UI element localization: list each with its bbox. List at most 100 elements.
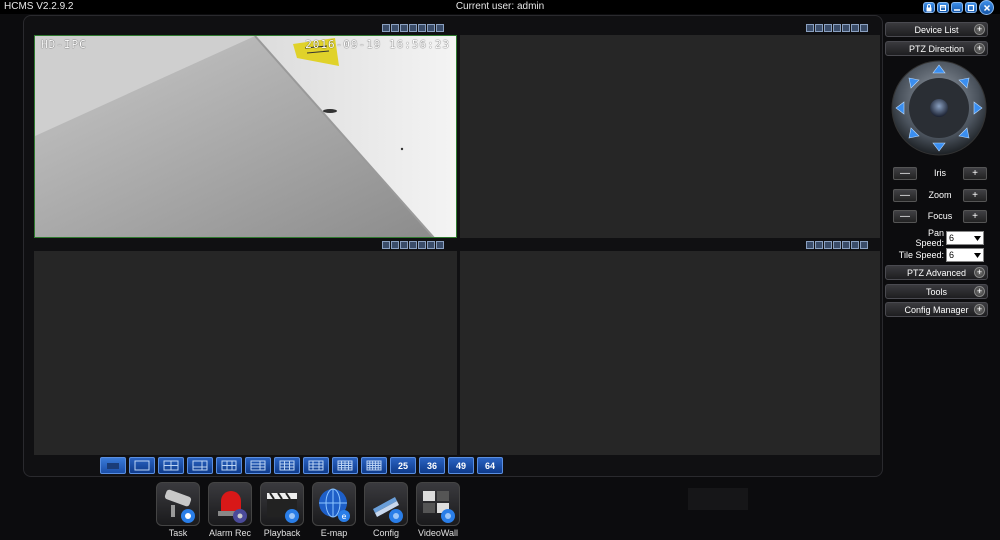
snapshot-icon[interactable] <box>382 24 390 32</box>
iris-minus-button[interactable]: — <box>893 166 917 180</box>
close-icon[interactable] <box>979 0 994 15</box>
layout-8-button[interactable] <box>216 457 242 474</box>
layout-single-button[interactable] <box>129 457 155 474</box>
zoom-plus-button[interactable]: + <box>962 188 987 202</box>
device-list-button[interactable]: Device List + <box>885 22 988 37</box>
record-icon[interactable] <box>391 241 399 249</box>
minimize-icon[interactable] <box>951 2 963 13</box>
dock-alarm-rec[interactable]: Alarm Rec <box>207 482 253 540</box>
record-icon[interactable] <box>815 241 823 249</box>
dock-emap-label: E-map <box>320 528 348 538</box>
tile-speed-row: Tile Speed: 6 <box>898 248 988 262</box>
talk-icon[interactable] <box>409 24 417 32</box>
layout-13-icon <box>308 460 324 471</box>
snapshot-icon[interactable] <box>382 241 390 249</box>
window-controls <box>923 0 994 15</box>
audio-icon[interactable] <box>400 24 408 32</box>
focus-minus-button[interactable]: — <box>893 209 917 223</box>
focus-plus-button[interactable]: + <box>962 209 987 223</box>
tools-button[interactable]: Tools + <box>885 284 988 299</box>
expand-plus-icon: + <box>974 286 985 297</box>
tile-speed-select[interactable]: 6 <box>946 248 984 262</box>
close-pane-icon[interactable] <box>860 24 868 32</box>
volume-icon[interactable] <box>418 24 426 32</box>
video-pane-1[interactable]: HD-IPC 2016-09-19 16:56:23 <box>34 35 457 238</box>
talk-icon[interactable] <box>833 241 841 249</box>
app-title: HCMS V2.2.9.2 <box>4 1 74 12</box>
layout-6-button[interactable] <box>187 457 213 474</box>
snapshot-icon[interactable] <box>806 24 814 32</box>
zoom-minus-button[interactable]: — <box>893 188 917 202</box>
restore-icon[interactable] <box>937 2 949 13</box>
config-manager-label: Config Manager <box>904 304 969 315</box>
pane-2-toolbar <box>806 24 868 32</box>
dock-videowall-label: VideoWall <box>417 528 459 538</box>
ptz-direction-wheel[interactable] <box>891 60 987 156</box>
camera-feed-image <box>35 36 456 237</box>
stream-icon[interactable] <box>851 24 859 32</box>
volume-icon[interactable] <box>418 241 426 249</box>
layout-4-button[interactable] <box>158 457 184 474</box>
stream-icon[interactable] <box>427 24 435 32</box>
status-strip <box>688 488 748 510</box>
close-pane-icon[interactable] <box>436 241 444 249</box>
expand-plus-icon: + <box>974 304 985 315</box>
ptz-advanced-button[interactable]: PTZ Advanced + <box>885 265 988 280</box>
layout-13-button[interactable] <box>303 457 329 474</box>
layout-10-button[interactable] <box>274 457 300 474</box>
layout-36-button[interactable]: 36 <box>419 457 445 474</box>
pane-1-toolbar <box>382 24 444 32</box>
svg-text:e: e <box>342 512 347 521</box>
layout-20-button[interactable] <box>361 457 387 474</box>
globe-icon: e <box>312 482 356 526</box>
layout-64-button[interactable]: 64 <box>477 457 503 474</box>
dock-task[interactable]: Task <box>155 482 201 540</box>
tools-label: Tools <box>925 286 947 297</box>
alarm-icon <box>208 482 252 526</box>
layout-9-button[interactable] <box>245 457 271 474</box>
audio-icon[interactable] <box>824 241 832 249</box>
snapshot-icon[interactable] <box>806 241 814 249</box>
dock-videowall[interactable]: VideoWall <box>415 482 461 540</box>
expand-plus-icon: + <box>974 43 985 54</box>
maximize-icon[interactable] <box>965 2 977 13</box>
layout-8-icon <box>221 460 237 471</box>
audio-icon[interactable] <box>400 241 408 249</box>
close-pane-icon[interactable] <box>860 241 868 249</box>
layout-16-icon <box>337 460 353 471</box>
layout-1-button[interactable] <box>100 457 126 474</box>
volume-icon[interactable] <box>842 241 850 249</box>
record-icon[interactable] <box>815 24 823 32</box>
pan-speed-select[interactable]: 6 <box>946 231 984 245</box>
right-panel: Device List + PTZ Direction + — Iris + —… <box>885 22 990 322</box>
dock-config-label: Config <box>372 528 399 538</box>
volume-icon[interactable] <box>842 24 850 32</box>
layout-49-button[interactable]: 49 <box>448 457 474 474</box>
ptz-direction-button[interactable]: PTZ Direction + <box>885 41 988 56</box>
stream-icon[interactable] <box>427 241 435 249</box>
iris-plus-button[interactable]: + <box>963 166 987 180</box>
expand-plus-icon: + <box>974 267 985 278</box>
talk-icon[interactable] <box>833 24 841 32</box>
layout-10-icon <box>279 460 295 471</box>
dock-emap[interactable]: e E-map <box>311 482 357 540</box>
dock-config[interactable]: Config <box>363 482 409 540</box>
video-pane-3[interactable] <box>34 251 457 455</box>
iris-label: Iris <box>934 168 946 178</box>
talk-icon[interactable] <box>409 241 417 249</box>
audio-icon[interactable] <box>824 24 832 32</box>
record-icon[interactable] <box>391 24 399 32</box>
layout-16-button[interactable] <box>332 457 358 474</box>
dock-playback[interactable]: Playback <box>259 482 305 540</box>
device-list-label: Device List <box>914 24 959 35</box>
pan-speed-value: 6 <box>949 233 955 243</box>
config-manager-button[interactable]: Config Manager + <box>885 302 988 317</box>
layout-25-button[interactable]: 25 <box>390 457 416 474</box>
lock-icon[interactable] <box>923 2 935 13</box>
close-pane-icon[interactable] <box>436 24 444 32</box>
video-pane-4[interactable] <box>460 251 880 455</box>
iris-control: — Iris + <box>893 166 987 180</box>
dock-task-label: Task <box>168 528 188 538</box>
video-pane-2[interactable] <box>460 35 880 238</box>
stream-icon[interactable] <box>851 241 859 249</box>
